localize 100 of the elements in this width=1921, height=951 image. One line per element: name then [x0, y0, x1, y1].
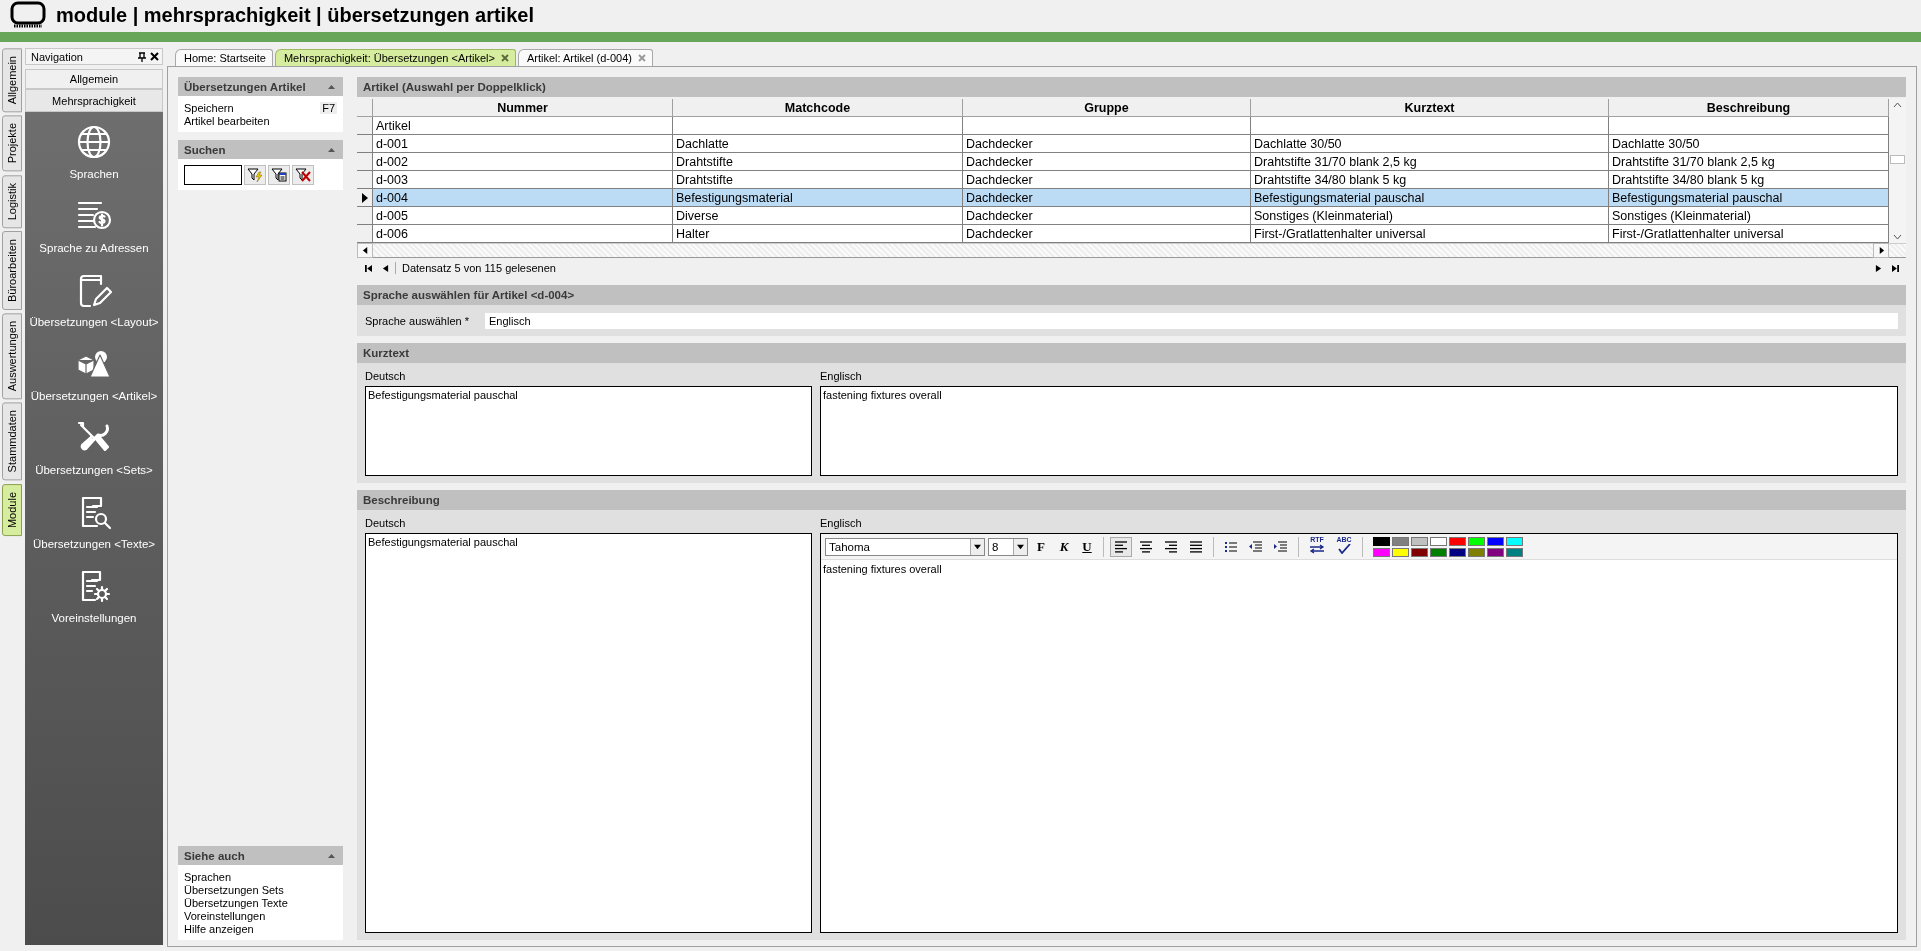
nav-item[interactable]: Sprachen — [67, 120, 121, 182]
bullet-list-icon — [1224, 540, 1238, 553]
filter-button[interactable] — [244, 165, 266, 185]
color-swatch[interactable] — [1449, 547, 1466, 557]
nav-item[interactable]: Übersetzungen <Texte> — [30, 490, 158, 552]
filter-cell[interactable] — [1609, 117, 1889, 135]
column-header[interactable]: Beschreibung — [1609, 99, 1889, 117]
field-label: Deutsch — [365, 517, 407, 529]
font-select[interactable]: Tahoma — [825, 537, 985, 556]
clear-filter-button[interactable] — [292, 165, 314, 185]
field-label: Englisch — [820, 370, 863, 382]
color-swatch[interactable] — [1487, 547, 1504, 557]
color-swatch[interactable] — [1430, 536, 1447, 546]
row-pointer-icon — [361, 192, 368, 203]
color-swatch[interactable] — [1411, 547, 1428, 557]
table-cell: Drahtstifte 31/70 blank 2,5 kg — [1609, 153, 1889, 171]
section-title: Übersetzungen Artikel — [184, 80, 306, 93]
see-also-link[interactable]: Voreinstellungen — [184, 910, 337, 922]
collapse-icon[interactable] — [328, 84, 335, 89]
table-row[interactable]: d-004 Befestigungsmaterial Dachdecker Befestigungsmaterial pauschal Befestigungsmaterial pauschal — [357, 189, 1889, 207]
see-also-link[interactable]: Übersetzungen Sets — [184, 884, 337, 896]
side-tab[interactable]: Auswertungen — [2, 312, 22, 400]
format-button[interactable]: F — [1031, 536, 1051, 557]
row-header[interactable] — [357, 189, 373, 207]
check-icon — [1337, 543, 1351, 554]
color-swatch[interactable] — [1487, 536, 1504, 546]
column-header[interactable]: Kurztext — [1251, 99, 1609, 117]
pin-icon[interactable] — [138, 51, 146, 62]
group-button[interactable]: Allgemein — [25, 69, 163, 89]
document-tab[interactable]: Mehrsprachigkeit: Übersetzungen <Artikel> — [274, 49, 516, 66]
scroll-thumb[interactable] — [1890, 154, 1905, 164]
field-label: Englisch — [820, 517, 863, 529]
corner-cell — [357, 99, 373, 117]
column-header[interactable]: Gruppe — [963, 99, 1251, 117]
close-icon[interactable] — [150, 52, 159, 61]
side-tab[interactable]: Allgemein — [2, 48, 22, 113]
color-swatch[interactable] — [1506, 547, 1523, 557]
color-swatch[interactable] — [1373, 536, 1390, 546]
last-icon — [1891, 264, 1899, 272]
language-field[interactable]: Englisch — [485, 312, 1898, 329]
horizontal-scrollbar[interactable] — [357, 243, 1906, 258]
color-swatch[interactable] — [1506, 536, 1523, 546]
outdent-icon — [1249, 540, 1263, 553]
filter-list-button[interactable] — [268, 165, 290, 185]
nav-item[interactable]: Voreinstellungen — [49, 564, 139, 626]
filter-cell[interactable] — [673, 117, 963, 135]
see-also-link[interactable]: Hilfe anzeigen — [184, 923, 337, 935]
table-cell: Befestigungsmaterial pauschal — [1609, 189, 1889, 207]
column-header[interactable]: Matchcode — [673, 99, 963, 117]
field-label: Sprache auswählen * — [365, 314, 470, 327]
text-area[interactable]: Befestigungsmaterial pauschal — [365, 533, 812, 933]
nav-item[interactable]: Sprache zu Adressen — [37, 194, 151, 256]
see-also-link[interactable]: Übersetzungen Texte — [184, 897, 337, 909]
color-swatch[interactable] — [1468, 547, 1485, 557]
side-tab[interactable]: Projekte — [2, 115, 22, 172]
group-button[interactable]: Mehrsprachigkeit — [25, 89, 163, 112]
text-area[interactable]: Befestigungsmaterial pauschal — [365, 386, 812, 476]
document-tab[interactable]: Home: Startseite — [175, 49, 273, 66]
table-row[interactable]: d-002 Drahtstifte Dachdecker Drahtstifte 31/70 blank 2,5 kg Drahtstifte 31/70 blank 2,5 kg — [357, 153, 1889, 171]
align-icon — [1189, 540, 1203, 553]
side-tab[interactable]: Module — [2, 483, 22, 536]
format-button[interactable]: U — [1077, 536, 1097, 557]
search-field[interactable] — [184, 165, 242, 185]
monitor-icon — [10, 1, 46, 29]
nav-item[interactable]: Übersetzungen <Sets> — [33, 416, 155, 478]
table-cell: Sonstiges (Kleinmaterial) — [1609, 207, 1889, 225]
nav-item[interactable]: Übersetzungen <Artikel> — [28, 342, 160, 404]
collapse-icon[interactable] — [328, 147, 335, 152]
color-swatch[interactable] — [1449, 536, 1466, 546]
color-swatch[interactable] — [1392, 536, 1409, 546]
color-swatch[interactable] — [1373, 547, 1390, 557]
dropdown-icon — [1017, 543, 1024, 550]
side-tab[interactable]: Stammdaten — [2, 402, 22, 481]
side-tab[interactable]: Büroarbeiten — [2, 230, 22, 310]
color-swatch[interactable] — [1430, 547, 1447, 557]
filter-cell[interactable]: Artikel — [373, 117, 673, 135]
format-button[interactable]: K — [1054, 536, 1074, 557]
nav-item[interactable]: Übersetzungen <Layout> — [27, 268, 161, 330]
align-left-button[interactable] — [1110, 536, 1132, 557]
vertical-scrollbar[interactable] — [1889, 99, 1906, 243]
task-link[interactable]: Artikel bearbeiten — [184, 115, 270, 127]
color-swatch[interactable] — [1468, 536, 1485, 546]
editor-text[interactable]: fastening fixtures overall — [821, 560, 1897, 578]
size-select[interactable]: 8 — [988, 537, 1028, 556]
color-swatch[interactable] — [1411, 536, 1428, 546]
see-also-link[interactable]: Sprachen — [184, 871, 337, 883]
document-tab[interactable]: Artikel: Artikel (d-004) — [517, 49, 654, 66]
side-tab[interactable]: Logistik — [2, 174, 22, 228]
task-link[interactable]: Speichern — [184, 102, 234, 114]
text-area[interactable]: fastening fixtures overall — [820, 386, 1898, 476]
filter-cell[interactable] — [1251, 117, 1609, 135]
filter-list-icon — [271, 168, 287, 182]
filter-cell[interactable] — [963, 117, 1251, 135]
column-header[interactable]: Nummer — [373, 99, 673, 117]
color-swatch[interactable] — [1392, 547, 1409, 557]
collapse-icon[interactable] — [328, 853, 335, 858]
table-row[interactable]: d-005 Diverse Dachdecker Sonstiges (Kleinmaterial) Sonstiges (Kleinmaterial) — [357, 207, 1889, 225]
table-cell: d-004 — [373, 189, 673, 207]
app-title: module | mehrsprachigkeit | übersetzungen artikel — [56, 3, 534, 27]
table-row[interactable]: d-001 Dachlatte Dachdecker Dachlatte 30/50 Dachlatte 30/50 — [357, 135, 1889, 153]
